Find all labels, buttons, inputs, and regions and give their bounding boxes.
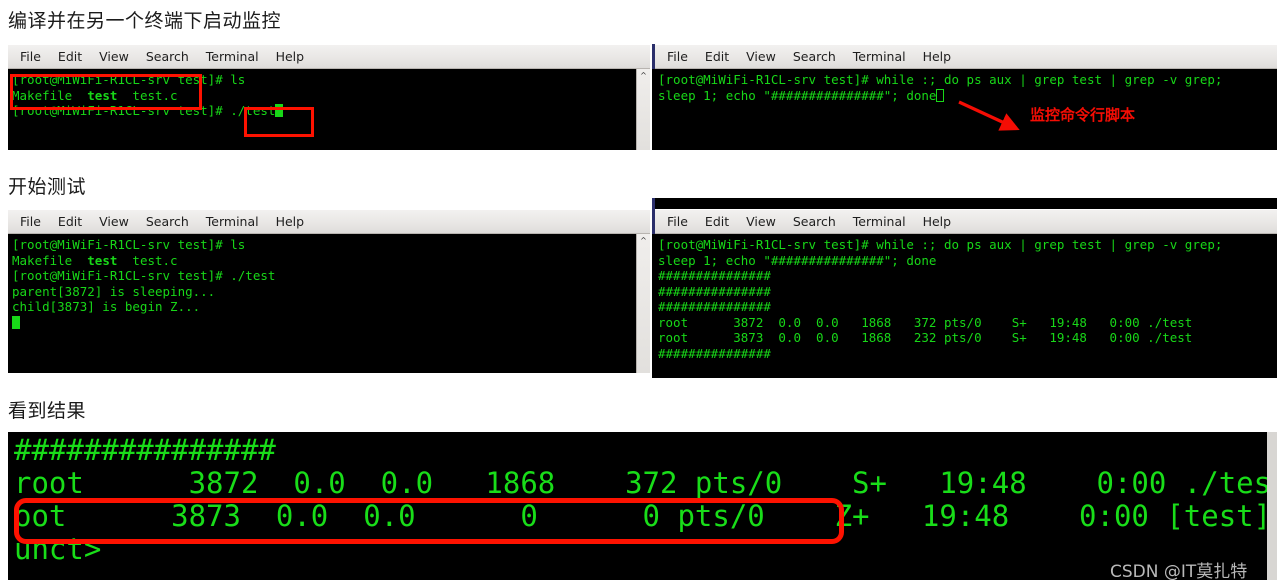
annotation-label-monitor-script: 监控命令行脚本 [1030,106,1136,124]
terminal-cursor [12,315,20,329]
terminal-window-2-right[interactable]: File Edit View Search Terminal Help [roo… [652,198,1277,378]
menu-item-terminal[interactable]: Terminal [206,214,259,229]
terminal-line: root 3872 0.0 0.0 1868 372 pts/0 S+ 19:4… [658,314,1193,330]
csdn-watermark: CSDN @IT莫扎特 [1110,562,1248,582]
terminal-output-area: [root@MiWiFi-R1CL-srv test]# ls Makefile… [8,69,650,150]
menu-item-view[interactable]: View [746,49,776,64]
terminal-line: [root@MiWiFi-R1CL-srv test]# ./test [12,268,276,283]
terminal-line: [root@MiWiFi-R1CL-srv test]# ls [12,72,246,87]
result-line: oot 3873 0.0 0.0 0 0 pts/0 Z+ 19:48 0:00… [14,499,1277,533]
terminal-line: [root@MiWiFi-R1CL-srv test]# ./test [12,103,650,119]
menu-item-file[interactable]: File [667,49,688,64]
menu-item-search[interactable]: Search [793,49,836,64]
page-root: 编译并在另一个终端下启动监控 File Edit View Search Ter… [0,0,1277,586]
menu-item-edit[interactable]: Edit [58,49,82,64]
terminal-line: [root@MiWiFi-R1CL-srv test]# ls [12,237,246,252]
terminal-line: Makefile test test.c [12,253,650,269]
menu-item-edit[interactable]: Edit [705,49,729,64]
menu-item-view[interactable]: View [746,214,776,229]
section-heading-3: 看到结果 [8,400,87,422]
result-terminal-window[interactable]: ############### root 3872 0.0 0.0 1868 3… [8,432,1277,580]
menu-item-help[interactable]: Help [923,214,952,229]
menu-item-view[interactable]: View [99,214,129,229]
terminal-line: [root@MiWiFi-R1CL-srv test]# while :; do… [658,237,1223,252]
terminal-line: ############### [658,283,771,299]
menu-item-search[interactable]: Search [146,49,189,64]
terminal-line: [root@MiWiFi-R1CL-srv test]# while :; do… [658,72,1223,87]
scroll-up-arrow[interactable]: ^ [637,69,650,82]
menu-item-search[interactable]: Search [146,214,189,229]
menu-item-terminal[interactable]: Terminal [206,49,259,64]
result-terminal-output: ############### root 3872 0.0 0.0 1868 3… [8,432,1277,566]
result-line: unct> [14,532,102,566]
section-heading-1: 编译并在另一个终端下启动监控 [8,10,282,32]
menu-item-view[interactable]: View [99,49,129,64]
terminal-line: ############### [658,345,771,361]
menu-item-search[interactable]: Search [793,214,836,229]
terminal-line: ############### [658,268,771,283]
terminal-window-2-left[interactable]: File Edit View Search Terminal Help [roo… [8,209,650,373]
menu-item-help[interactable]: Help [923,49,952,64]
scroll-up-arrow[interactable]: ^ [637,234,650,247]
ls-bold-token: test [87,252,118,268]
ls-suffix: test.c [117,87,178,103]
ls-suffix: test.c [117,252,178,268]
annotation-arrow-icon [958,100,1020,131]
section-heading-2: 开始测试 [8,176,87,198]
ls-prefix: Makefile [12,252,88,268]
terminal-output-area: [root@MiWiFi-R1CL-srv test]# ls Makefile… [8,234,650,373]
result-terminal-scrollbar[interactable] [1267,432,1277,580]
terminal-output-area: [root@MiWiFi-R1CL-srv test]# while :; do… [652,234,1277,378]
terminal-line-text: [root@MiWiFi-R1CL-srv test]# ./test [12,103,276,118]
terminal-menubar[interactable]: File Edit View Search Terminal Help [652,209,1277,234]
menu-item-file[interactable]: File [20,214,41,229]
terminal-line: sleep 1; echo "###############"; done [658,252,937,268]
menu-item-help[interactable]: Help [276,214,305,229]
terminal-scrollbar[interactable]: ^ [636,69,650,150]
menu-item-file[interactable]: File [667,214,688,229]
menu-item-terminal[interactable]: Terminal [853,49,906,64]
window-titlebar-sliver [652,198,1277,209]
ls-bold-token: test [87,87,118,103]
terminal-line: parent[3872] is sleeping... [12,283,216,299]
menu-item-edit[interactable]: Edit [705,214,729,229]
menu-item-file[interactable]: File [20,49,41,64]
terminal-window-1-left[interactable]: File Edit View Search Terminal Help [roo… [8,44,650,150]
terminal-line-text: sleep 1; echo "###############"; done [658,87,937,103]
terminal-menubar[interactable]: File Edit View Search Terminal Help [8,44,650,69]
menu-item-help[interactable]: Help [276,49,305,64]
terminal-line: root 3873 0.0 0.0 1868 232 pts/0 S+ 19:4… [658,330,1193,345]
result-line: ############### [14,433,276,467]
terminal-cursor [275,104,284,117]
ls-prefix: Makefile [12,87,88,103]
terminal-line [12,315,650,331]
menu-item-edit[interactable]: Edit [58,214,82,229]
terminal-menubar[interactable]: File Edit View Search Terminal Help [8,209,650,234]
result-line: root 3872 0.0 0.0 1868 372 pts/0 S+ 19:4… [14,466,1277,500]
terminal-line: ############### [658,299,771,314]
terminal-line: child[3873] is begin Z... [12,299,201,314]
terminal-line: Makefile test test.c [12,88,650,104]
terminal-cursor [936,88,945,102]
terminal-scrollbar[interactable]: ^ [636,234,650,373]
menu-item-terminal[interactable]: Terminal [853,214,906,229]
terminal-menubar[interactable]: File Edit View Search Terminal Help [652,44,1277,69]
